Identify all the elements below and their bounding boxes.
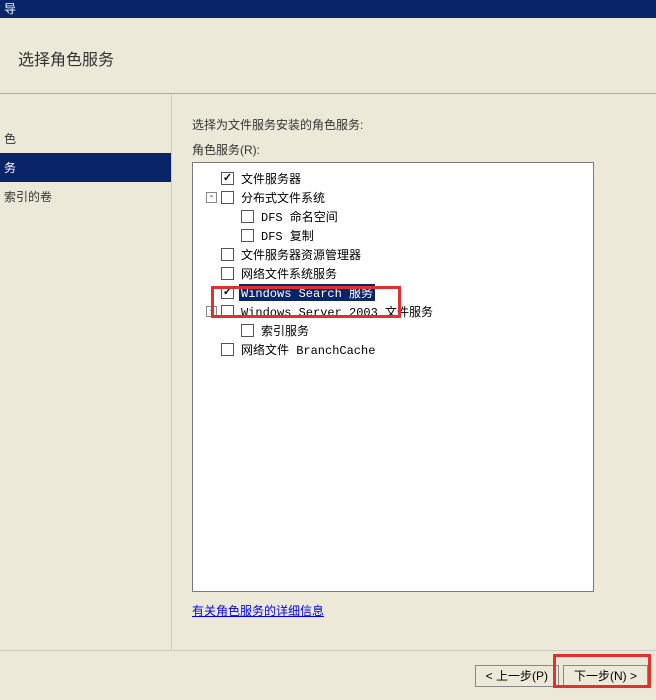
tree-node[interactable]: - Windows Server 2003 文件服务 (197, 302, 589, 321)
tree-node[interactable]: Windows Search 服务 (197, 283, 589, 302)
tree-node[interactable]: DFS 复制 (197, 226, 589, 245)
checkbox[interactable] (241, 324, 254, 337)
tree-node-label[interactable]: Windows Server 2003 文件服务 (239, 303, 435, 320)
collapse-icon[interactable]: - (206, 192, 217, 203)
collapse-icon[interactable]: - (206, 306, 217, 317)
tree-node-label[interactable]: Windows Search 服务 (239, 284, 375, 301)
tree-node-label[interactable]: 文件服务器 (239, 170, 303, 187)
title-bar: 导 (0, 0, 656, 18)
tree-node[interactable]: 文件服务器 (197, 169, 589, 188)
content-area: 色务索引的卷 选择为文件服务安装的角色服务: 角色服务(R): 文件服务器 - 分布… (0, 94, 656, 650)
sidebar-item[interactable]: 索引的卷 (0, 182, 171, 211)
tree-node[interactable]: 网络文件 BranchCache (197, 340, 589, 359)
next-button[interactable]: 下一步(N) > (563, 665, 648, 687)
tree-node-label[interactable]: 分布式文件系统 (239, 189, 327, 206)
main-panel: 选择为文件服务安装的角色服务: 角色服务(R): 文件服务器 - 分布式文件系统 DF… (172, 94, 656, 650)
tree-node[interactable]: - 分布式文件系统 (197, 188, 589, 207)
sidebar-item[interactable]: 色 (0, 124, 171, 153)
tree-node[interactable]: 文件服务器资源管理器 (197, 245, 589, 264)
checkbox[interactable] (221, 191, 234, 204)
details-link[interactable]: 有关角色服务的详细信息 (192, 604, 324, 618)
tree-node-label[interactable]: 网络文件系统服务 (239, 265, 339, 282)
tree-node-label[interactable]: 索引服务 (259, 322, 311, 339)
checkbox[interactable] (221, 248, 234, 261)
role-services-tree[interactable]: 文件服务器 - 分布式文件系统 DFS 命名空间 DFS 复制文件服务器资源管理器网络文… (192, 162, 594, 592)
instruction-text: 选择为文件服务安装的角色服务: (192, 116, 656, 133)
tree-node[interactable]: 网络文件系统服务 (197, 264, 589, 283)
tree-node-label[interactable]: 文件服务器资源管理器 (239, 246, 363, 263)
wizard-sidebar: 色务索引的卷 (0, 94, 172, 650)
tree-node-label[interactable]: DFS 复制 (259, 227, 316, 244)
title-bar-text: 导 (4, 2, 16, 16)
checkbox[interactable] (221, 286, 234, 299)
checkbox[interactable] (221, 267, 234, 280)
previous-button[interactable]: < 上一步(P) (475, 665, 559, 687)
checkbox[interactable] (221, 172, 234, 185)
sidebar-item[interactable]: 务 (0, 153, 171, 182)
checkbox[interactable] (221, 305, 234, 318)
checkbox[interactable] (241, 229, 254, 242)
field-label: 角色服务(R): (192, 141, 656, 158)
wizard-header: 选择角色服务 (0, 18, 656, 94)
wizard-footer: < 上一步(P) 下一步(N) > (0, 650, 656, 700)
page-title: 选择角色服务 (18, 46, 656, 70)
tree-node[interactable]: DFS 命名空间 (197, 207, 589, 226)
tree-node-label[interactable]: 网络文件 BranchCache (239, 341, 377, 358)
tree-node-label[interactable]: DFS 命名空间 (259, 208, 340, 225)
checkbox[interactable] (241, 210, 254, 223)
checkbox[interactable] (221, 343, 234, 356)
tree-node[interactable]: 索引服务 (197, 321, 589, 340)
